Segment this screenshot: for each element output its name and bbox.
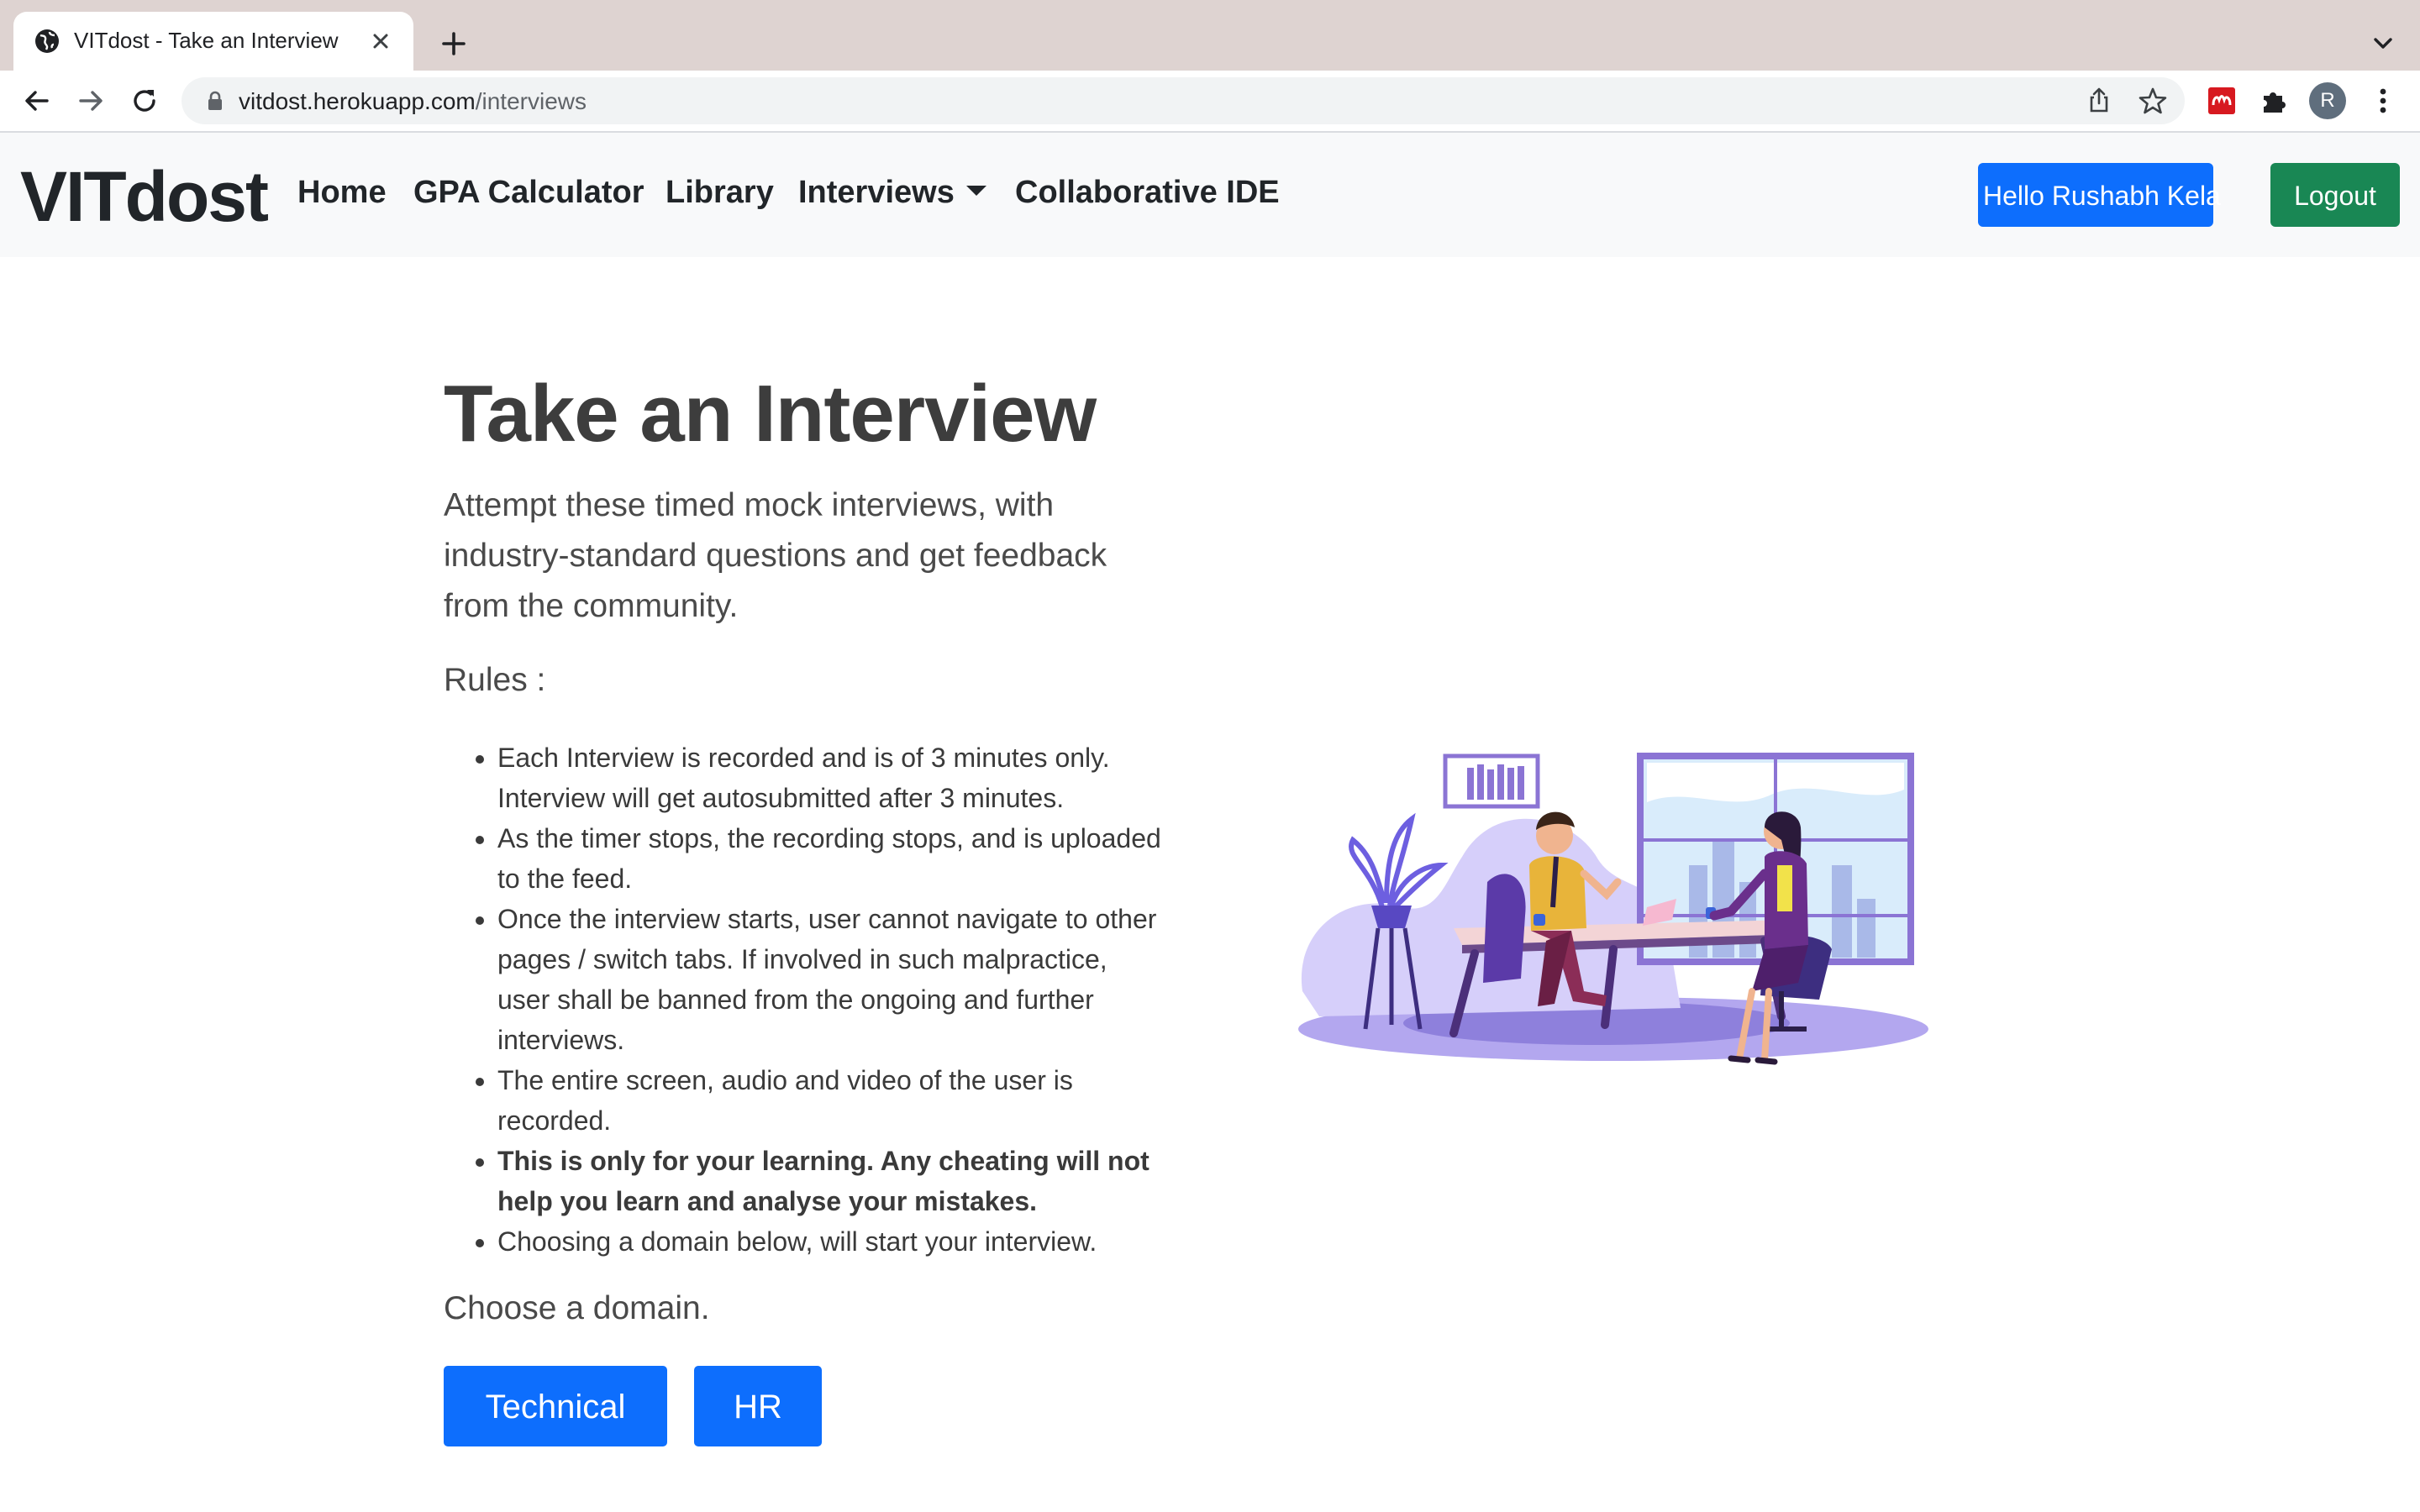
browser-toolbar: vitdost.herokuapp.com/interviews R [0, 71, 2420, 133]
forward-arrow-icon[interactable] [72, 82, 109, 119]
star-icon[interactable] [2138, 86, 2168, 116]
hr-domain-button[interactable]: HR [694, 1366, 822, 1446]
rule-item-emphasis: This is only for your learning. Any chea… [497, 1141, 1166, 1221]
url-text: vitdost.herokuapp.com/interviews [239, 88, 587, 115]
browser-tab-strip: VITdost - Take an Interview [0, 0, 2420, 71]
share-icon[interactable] [2084, 86, 2114, 116]
rule-item: As the timer stops, the recording stops,… [497, 818, 1166, 899]
browser-tab-active[interactable]: VITdost - Take an Interview [13, 12, 413, 71]
nav-link-collaborative-ide[interactable]: Collaborative IDE [1015, 175, 1280, 211]
greeting-button[interactable]: Hello Rushabh Kela [1978, 163, 2221, 227]
puzzle-icon[interactable] [2255, 82, 2292, 119]
rule-item: The entire screen, audio and video of th… [497, 1060, 1166, 1141]
url-path: /interviews [475, 88, 587, 114]
page-title: Take an Interview [444, 369, 1097, 459]
kebab-menu-icon[interactable] [2365, 82, 2402, 119]
nav-link-gpa-calculator[interactable]: GPA Calculator [413, 175, 644, 211]
tab-title: VITdost - Take an Interview [74, 28, 339, 53]
nav-dropdown-interviews[interactable]: Interviews [798, 175, 986, 211]
nav-link-library[interactable]: Library [666, 175, 774, 211]
url-host: vitdost.herokuapp.com [239, 88, 476, 114]
lead-text: Attempt these timed mock interviews, wit… [444, 487, 1107, 624]
back-arrow-icon[interactable] [18, 82, 55, 119]
rules-heading: Rules : [444, 662, 546, 698]
rule-item: Choosing a domain below, will start your… [497, 1221, 1166, 1262]
brand-logo[interactable]: VITdost [20, 156, 269, 238]
address-bar[interactable]: vitdost.herokuapp.com/interviews [182, 77, 2185, 124]
interview-illustration [1298, 753, 1928, 1065]
reload-icon[interactable] [126, 82, 163, 119]
rule-item: Each Interview is recorded and is of 3 m… [497, 738, 1166, 818]
plus-icon[interactable] [437, 27, 471, 60]
rule-item: Once the interview starts, user cannot n… [497, 899, 1166, 1060]
lock-icon[interactable] [203, 89, 227, 113]
close-icon[interactable] [366, 27, 395, 55]
nav-link-home[interactable]: Home [297, 175, 387, 211]
technical-domain-button[interactable]: Technical [444, 1366, 667, 1446]
profile-avatar[interactable]: R [2309, 82, 2346, 119]
globe-icon [35, 29, 59, 53]
caret-down-icon [965, 186, 986, 196]
chevron-down-icon[interactable] [2366, 27, 2400, 60]
nav-link-interviews-label: Interviews [798, 175, 955, 210]
logout-button[interactable]: Logout [2270, 163, 2400, 227]
choose-domain-label: Choose a domain. [444, 1290, 710, 1326]
mendeley-extension-icon[interactable] [2203, 82, 2240, 119]
site-navbar: VITdost Home GPA Calculator Library Inte… [0, 133, 2420, 257]
rules-list: Each Interview is recorded and is of 3 m… [444, 738, 1166, 1262]
